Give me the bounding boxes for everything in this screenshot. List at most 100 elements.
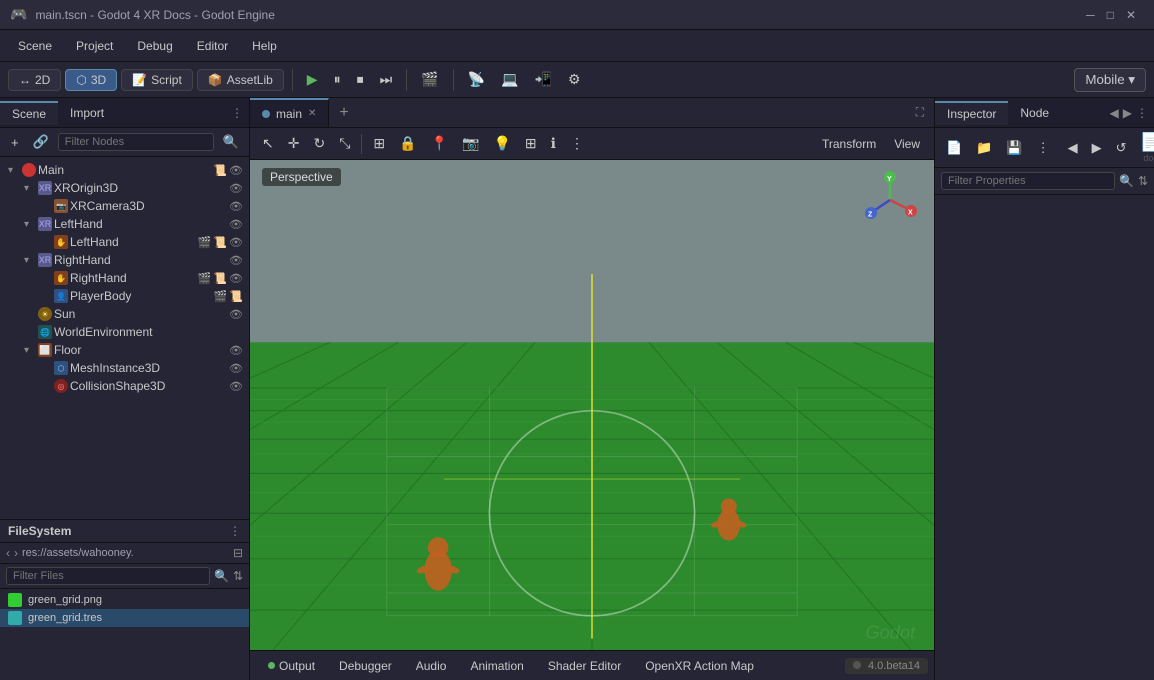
pause-btn[interactable]: ⏸: [328, 67, 347, 92]
vp-instantiate-btn[interactable]: ⊞: [367, 132, 391, 155]
fs-item-green-grid-tres[interactable]: green_grid.tres: [0, 609, 249, 627]
vp-info-btn[interactable]: ℹ: [545, 132, 562, 155]
tab-scene[interactable]: Scene: [0, 101, 58, 125]
vp-view-btn[interactable]: View: [886, 134, 928, 154]
editor-tab-main[interactable]: main ✕: [250, 98, 329, 127]
stop-btn[interactable]: ⏹: [351, 67, 370, 92]
inspector-more-btn[interactable]: ⋮: [1136, 106, 1148, 120]
fs-item-green-grid-png[interactable]: green_grid.png: [0, 591, 249, 609]
tree-node-lefthand-parent[interactable]: ▾ XR LeftHand 👁: [0, 215, 249, 233]
link-node-btn[interactable]: 🔗: [28, 132, 54, 152]
mode-3d-btn[interactable]: ⬡ 3D: [65, 69, 117, 91]
tree-node-collisionshape3d[interactable]: ◎ CollisionShape3D 👁: [0, 377, 249, 395]
menu-scene[interactable]: Scene: [8, 35, 62, 57]
eye-mesh[interactable]: 👁: [229, 362, 243, 375]
inspector-prev-btn[interactable]: ◀: [1110, 106, 1119, 120]
script-btn[interactable]: 📝 Script: [121, 69, 193, 91]
fs-forward-btn[interactable]: ›: [14, 546, 18, 560]
step-btn[interactable]: ⏭: [374, 67, 399, 92]
tab-import[interactable]: Import: [58, 102, 116, 124]
tree-node-floor[interactable]: ▾ ⬜ Floor 👁: [0, 341, 249, 359]
inspector-back-btn[interactable]: ◀: [1063, 138, 1083, 158]
vp-grid-btn[interactable]: ⊞: [519, 132, 543, 155]
menu-debug[interactable]: Debug: [127, 35, 182, 57]
inspector-next-btn[interactable]: ▶: [1123, 106, 1132, 120]
tree-node-righthand-parent[interactable]: ▾ XR RightHand 👁: [0, 251, 249, 269]
bottom-tab-output[interactable]: Output: [256, 655, 327, 677]
menu-editor[interactable]: Editor: [187, 35, 238, 57]
viewport-gizmo[interactable]: Y X Z: [860, 170, 920, 230]
mode-2d-btn[interactable]: ↔ 2D: [8, 69, 61, 91]
tree-node-meshinstance3d[interactable]: ⬡ MeshInstance3D 👁: [0, 359, 249, 377]
movie-maker-btn[interactable]: 🎬: [415, 67, 444, 92]
vp-scale-btn[interactable]: ⤡: [333, 132, 356, 155]
tree-node-lefthand-child[interactable]: ✋ LeftHand 🎬 📜 👁: [0, 233, 249, 251]
inspector-forward-btn[interactable]: ▶: [1087, 138, 1107, 158]
tree-node-xrorigin3d[interactable]: ▾ XR XROrigin3D 👁: [0, 179, 249, 197]
inspector-open-btn[interactable]: 📁: [971, 138, 997, 158]
add-node-btn[interactable]: +: [6, 133, 24, 152]
tab-add-btn[interactable]: +: [329, 104, 358, 122]
inspector-new-btn[interactable]: 📄: [941, 138, 967, 158]
tab-node[interactable]: Node: [1008, 102, 1061, 124]
filter-search-btn[interactable]: 🔍: [218, 132, 244, 152]
bottom-tab-audio[interactable]: Audio: [404, 655, 459, 677]
remote-btn[interactable]: 📡: [462, 67, 491, 92]
inspector-settings-btn[interactable]: ⋮: [1032, 138, 1055, 158]
eye-lefthand-p[interactable]: 👁: [229, 218, 243, 231]
vp-rotate-btn[interactable]: ↻: [307, 132, 331, 155]
assetlib-btn[interactable]: 📦 AssetLib: [197, 69, 284, 91]
fs-more-btn[interactable]: ⋮: [229, 524, 241, 538]
filter-properties-input[interactable]: [941, 172, 1115, 190]
scene-tabs-more[interactable]: ⋮: [231, 106, 243, 120]
vp-local-btn[interactable]: 📍: [425, 132, 454, 155]
fs-filter-search[interactable]: 🔍: [214, 569, 229, 583]
vp-select-btn[interactable]: ↖: [256, 132, 280, 155]
tree-node-sun[interactable]: ☀ Sun 👁: [0, 305, 249, 323]
settings-btn[interactable]: ⚙: [562, 67, 587, 92]
vp-move-btn[interactable]: ✛: [282, 132, 306, 155]
mobile-btn[interactable]: Mobile ▾: [1074, 68, 1146, 92]
eye-collision[interactable]: 👁: [229, 380, 243, 393]
filter-nodes-input[interactable]: [58, 133, 214, 151]
bottom-tab-animation[interactable]: Animation: [458, 655, 535, 677]
tree-node-xrcamera3d[interactable]: 📷 XRCamera3D 👁: [0, 197, 249, 215]
eye-xrcamera[interactable]: 👁: [229, 200, 243, 213]
eye-main[interactable]: 👁: [229, 164, 243, 177]
eye-sun[interactable]: 👁: [229, 308, 243, 321]
eye-floor[interactable]: 👁: [229, 344, 243, 357]
fs-layout-btn[interactable]: ⊟: [233, 546, 243, 560]
tab-inspector[interactable]: Inspector: [935, 101, 1008, 125]
local-btn[interactable]: 💻: [495, 67, 524, 92]
play-btn[interactable]: ▶: [301, 67, 324, 92]
eye-lefthand-c[interactable]: 👁: [229, 236, 243, 249]
inspector-refresh-btn[interactable]: ↺: [1111, 138, 1132, 158]
bottom-tab-debugger[interactable]: Debugger: [327, 655, 404, 677]
minimize-btn[interactable]: ─: [1086, 8, 1095, 22]
tree-node-main[interactable]: ▾ Main 📜 👁: [0, 161, 249, 179]
fs-filter-input[interactable]: [6, 567, 210, 585]
menu-project[interactable]: Project: [66, 35, 123, 57]
close-btn[interactable]: ✕: [1126, 8, 1136, 22]
menu-help[interactable]: Help: [242, 35, 287, 57]
perspective-label[interactable]: Perspective: [262, 168, 341, 186]
filter-props-sort[interactable]: ⇅: [1138, 174, 1148, 188]
eye-righthand-p[interactable]: 👁: [229, 254, 243, 267]
filter-props-search[interactable]: 🔍: [1119, 174, 1134, 188]
bottom-tab-shader-editor[interactable]: Shader Editor: [536, 655, 633, 677]
maximize-btn[interactable]: □: [1107, 8, 1114, 22]
eye-righthand-c[interactable]: 👁: [229, 272, 243, 285]
eye-xrorigin[interactable]: 👁: [229, 182, 243, 195]
bottom-tab-openxr[interactable]: OpenXR Action Map: [633, 655, 766, 677]
vp-more-btn[interactable]: ⋮: [564, 132, 590, 155]
tree-node-righthand-child[interactable]: ✋ RightHand 🎬 📜 👁: [0, 269, 249, 287]
fs-back-btn[interactable]: ‹: [6, 546, 10, 560]
deploy-btn[interactable]: 📲: [529, 67, 558, 92]
tab-expand-btn[interactable]: ⛶: [906, 105, 934, 120]
vp-light-btn[interactable]: 💡: [487, 132, 516, 155]
inspector-save-btn[interactable]: 💾: [1001, 138, 1027, 158]
tab-close-main[interactable]: ✕: [308, 108, 316, 119]
tree-node-worldenv[interactable]: 🌐 WorldEnvironment: [0, 323, 249, 341]
vp-transform-btn[interactable]: Transform: [814, 134, 884, 154]
vp-camera-btn[interactable]: 📷: [456, 132, 485, 155]
